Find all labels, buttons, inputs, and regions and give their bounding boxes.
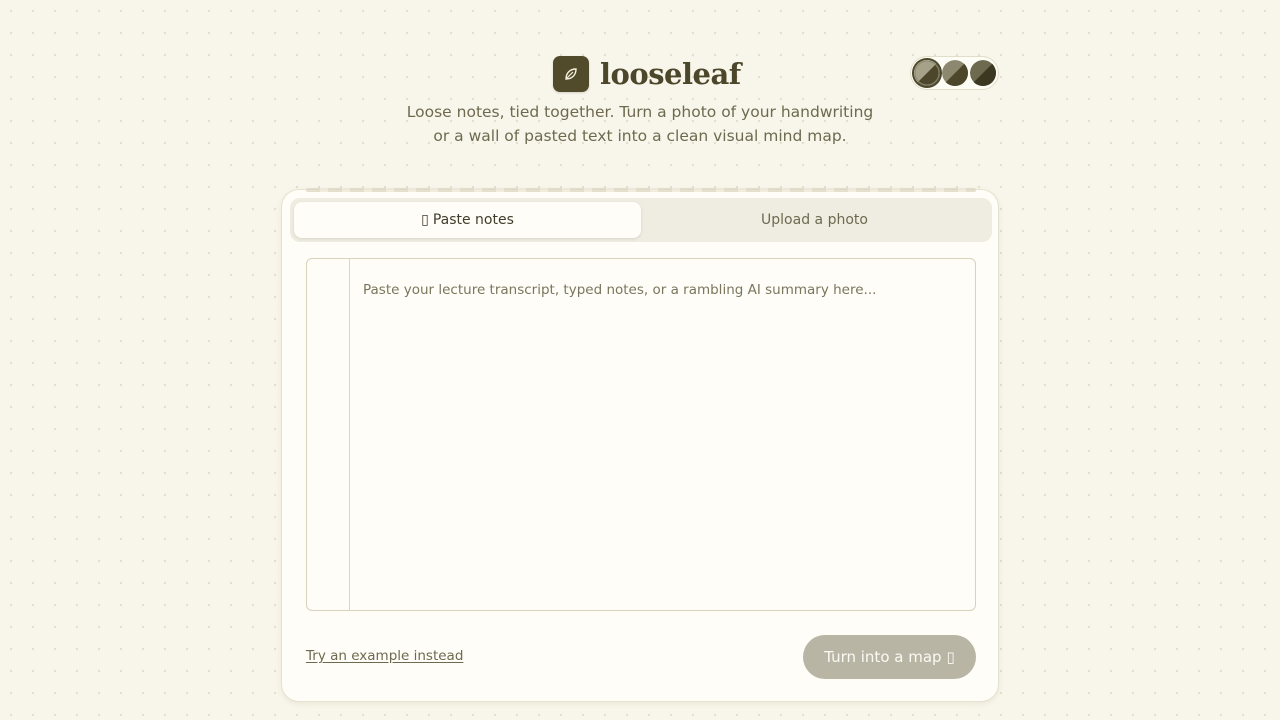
theme-swatch-icon[interactable]: [942, 60, 968, 86]
tagline: Loose notes, tied together. Turn a photo…: [0, 100, 1280, 148]
try-example-link[interactable]: Try an example instead: [306, 648, 463, 664]
brand[interactable]: looseleaf: [553, 55, 741, 93]
tagline-line-2: or a wall of pasted text into a clean vi…: [433, 127, 847, 145]
theme-toggle[interactable]: [910, 56, 999, 90]
arrow-icon: ▯: [946, 648, 955, 666]
theme-swatch-icon[interactable]: [970, 60, 996, 86]
input-card: ▯ Paste notes Upload a photo Try an exam…: [281, 188, 999, 702]
clipboard-icon: ▯: [421, 212, 429, 228]
tagline-line-1: Loose notes, tied together. Turn a photo…: [406, 103, 874, 121]
input-mode-tabs: ▯ Paste notes Upload a photo: [290, 198, 992, 242]
tab-upload-photo[interactable]: Upload a photo: [641, 202, 988, 238]
submit-label: Turn into a map: [824, 648, 942, 666]
card-edge-decoration: [306, 188, 976, 192]
tab-label: Upload a photo: [761, 212, 868, 228]
notes-box: [306, 258, 976, 611]
page-header: looseleaf Loose notes, tied together. Tu…: [0, 0, 1280, 170]
tab-paste-notes[interactable]: ▯ Paste notes: [294, 202, 641, 238]
turn-into-map-button[interactable]: Turn into a map ▯: [803, 635, 976, 679]
notes-input[interactable]: [350, 259, 975, 610]
tab-label: Paste notes: [432, 212, 514, 228]
leaf-icon: [553, 56, 589, 92]
theme-swatch-icon[interactable]: [914, 60, 940, 86]
app-name: looseleaf: [600, 57, 741, 91]
